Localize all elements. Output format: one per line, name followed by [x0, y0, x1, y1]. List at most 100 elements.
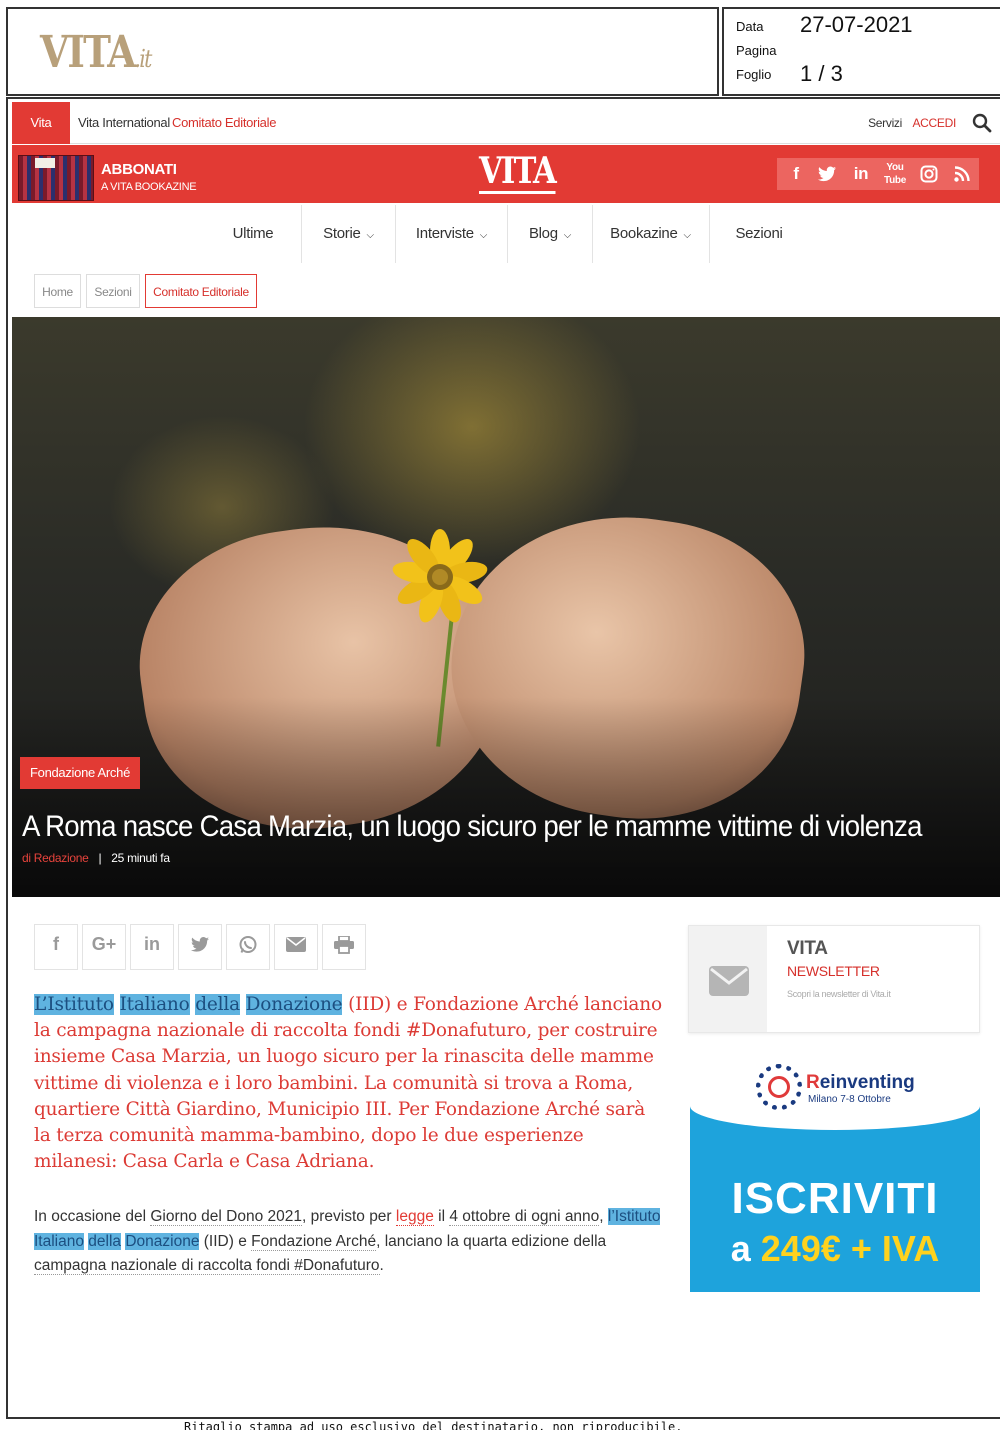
meta-date-value: 27-07-2021: [800, 12, 913, 37]
tab-vita-international[interactable]: Vita International: [70, 102, 178, 144]
print-icon: [334, 935, 354, 954]
youtube-icon[interactable]: You Tube: [880, 158, 910, 190]
rss-icon[interactable]: [947, 158, 977, 190]
newsletter-subtitle: Scopri la newsletter di Vita.it: [787, 989, 891, 999]
body-text: , previsto per: [302, 1208, 396, 1225]
vita-banner-logo[interactable]: VITA: [479, 151, 557, 194]
highlight-term: Italiano: [119, 994, 190, 1015]
bookazine-subtitle: A VITA BOOKAZINE: [101, 181, 197, 193]
highlight-term: della: [88, 1232, 122, 1250]
instagram-icon[interactable]: [914, 158, 944, 190]
breadcrumb-home[interactable]: Home: [34, 274, 81, 308]
chevron-down-icon: ⌵: [563, 230, 572, 241]
reinventing-logo-inner-icon: [768, 1076, 790, 1098]
newsletter-box[interactable]: VITA NEWSLETTER Scopri la newsletter di …: [688, 925, 980, 1033]
tab-vita[interactable]: Vita: [12, 102, 70, 144]
nav-bookazine[interactable]: Bookazine ⌵: [593, 205, 708, 263]
red-banner: ABBONATI A VITA BOOKAZINE VITA f in You T…: [12, 145, 1000, 203]
link-campagna-donafuturo[interactable]: campagna nazionale di raccolta fondi #Do…: [34, 1257, 380, 1275]
share-twitter-button[interactable]: [178, 924, 222, 970]
article-title: A Roma nasce Casa Marzia, un luogo sicur…: [22, 810, 922, 843]
ad-price-prefix: a: [730, 1228, 761, 1269]
nav-sezioni[interactable]: Sezioni: [710, 205, 808, 263]
chevron-down-icon: ⌵: [366, 230, 375, 241]
twitter-icon[interactable]: [812, 158, 842, 190]
yellow-flower-icon: [392, 529, 488, 623]
body-text: ,: [599, 1208, 608, 1225]
breadcrumb-sezioni[interactable]: Sezioni: [86, 274, 140, 308]
link-4-ottobre[interactable]: 4 ottobre di ogni anno: [449, 1208, 600, 1226]
share-linkedin-button[interactable]: in: [130, 924, 174, 970]
email-icon: [286, 937, 306, 952]
nav-storie-label: Storie: [323, 225, 361, 242]
accedi-link[interactable]: ACCEDI: [912, 102, 956, 144]
footer-disclaimer: Ritaglio stampa ad uso esclusivo del des…: [184, 1420, 683, 1430]
share-googleplus-button[interactable]: G+: [82, 924, 126, 970]
link-legge[interactable]: legge: [395, 1208, 434, 1226]
nav-storie[interactable]: Storie ⌵: [302, 205, 395, 263]
link-giorno-del-dono[interactable]: Giorno del Dono 2021: [150, 1208, 302, 1226]
body-text: In occasione del: [34, 1208, 151, 1225]
link-fondazione-arche[interactable]: Fondazione Arché: [251, 1232, 377, 1251]
share-whatsapp-button[interactable]: [226, 924, 270, 970]
ad-price-value: 249€ + IVA: [760, 1228, 940, 1269]
nav-interviste[interactable]: Interviste ⌵: [396, 205, 507, 263]
newsletter-vita-label: VITA: [787, 938, 828, 959]
article-lead: L’Istituto Italiano della Donazione (IID…: [34, 992, 664, 1175]
body-text: (IID) e: [199, 1232, 252, 1250]
facebook-icon[interactable]: f: [781, 158, 811, 190]
category-tag[interactable]: Fondazione Arché: [20, 757, 140, 789]
lead-text: (IID) e Fondazione Arché lanciano la cam…: [34, 994, 662, 1173]
clipping-meta-box: Data Pagina Foglio 27-07-2021 1 / 3: [722, 7, 1000, 96]
highlight-term: Donazione: [245, 994, 343, 1015]
author-link[interactable]: di Redazione: [22, 851, 89, 865]
nav-interviste-label: Interviste: [415, 225, 474, 242]
hero-gradient-overlay: [12, 697, 1000, 897]
meta-label-foglio: Foglio: [736, 67, 772, 82]
nav-bookazine-label: Bookazine: [610, 225, 678, 242]
servizi-link[interactable]: Servizi: [868, 102, 902, 144]
highlight-term: L’Istituto: [34, 994, 114, 1015]
ad-cta: ISCRIVITI: [731, 1174, 939, 1223]
chevron-down-icon: ⌵: [479, 230, 488, 241]
nav-blog-label: Blog: [528, 225, 558, 242]
google-plus-icon: G+: [91, 934, 117, 954]
search-icon[interactable]: [972, 113, 992, 133]
meta-label-data: Data: [736, 19, 764, 34]
clipping-header: VITA.it Data Pagina Foglio 27-07-2021 1 …: [6, 7, 1000, 97]
highlight-term: Italiano: [34, 1232, 84, 1250]
bookazine-cover-thumbnail[interactable]: [18, 155, 94, 201]
nav-ultime[interactable]: Ultime: [212, 205, 294, 263]
share-facebook-button[interactable]: f: [34, 924, 78, 970]
social-links: f in You Tube: [777, 158, 979, 190]
hero-image: Fondazione Arché A Roma nasce Casa Marzi…: [12, 317, 1000, 897]
share-print-button[interactable]: [322, 924, 366, 970]
twitter-icon: [191, 937, 209, 952]
top-navigation: Vita Vita International Comitato Editori…: [12, 102, 1000, 144]
body-text: , lanciano la quarta edizione della: [376, 1232, 607, 1250]
highlight-term: Donazione: [125, 1232, 200, 1250]
nav-blog[interactable]: Blog ⌵: [508, 205, 592, 263]
newsletter-icon-box: [689, 926, 767, 1032]
chevron-down-icon: ⌵: [683, 230, 692, 241]
nav-sezioni-label: Sezioni: [735, 225, 783, 242]
ad-date: Milano 7-8 Ottobre: [808, 1094, 891, 1105]
footer-divider: [6, 1417, 1000, 1419]
newsletter-title: NEWSLETTER: [787, 963, 880, 979]
facebook-icon: f: [53, 934, 59, 954]
nav-ultime-label: Ultime: [232, 225, 274, 242]
meta-foglio-value: 1 / 3: [800, 61, 843, 86]
reinventing-ad-banner[interactable]: Reinventing Milano 7-8 Ottobre ISCRIVITI…: [690, 1050, 980, 1292]
article-body-paragraph: In occasione del Giorno del Dono 2021, p…: [34, 1205, 664, 1279]
highlight-term: della: [195, 994, 240, 1015]
breadcrumb-comitato-editoriale[interactable]: Comitato Editoriale: [145, 274, 257, 308]
publish-time: 25 minuti fa: [111, 851, 170, 865]
share-email-button[interactable]: [274, 924, 318, 970]
vita-it-logo: VITA.it: [40, 27, 152, 78]
linkedin-icon[interactable]: in: [846, 158, 876, 190]
article-byline: di Redazione | 25 minuti fa: [22, 851, 170, 865]
ad-brand-rest: einventing: [819, 1072, 915, 1093]
ad-price: a 249€ + IVA: [690, 1228, 980, 1270]
abbonati-link[interactable]: ABBONATI: [101, 161, 177, 178]
tab-comitato-editoriale[interactable]: Comitato Editoriale: [164, 102, 284, 144]
